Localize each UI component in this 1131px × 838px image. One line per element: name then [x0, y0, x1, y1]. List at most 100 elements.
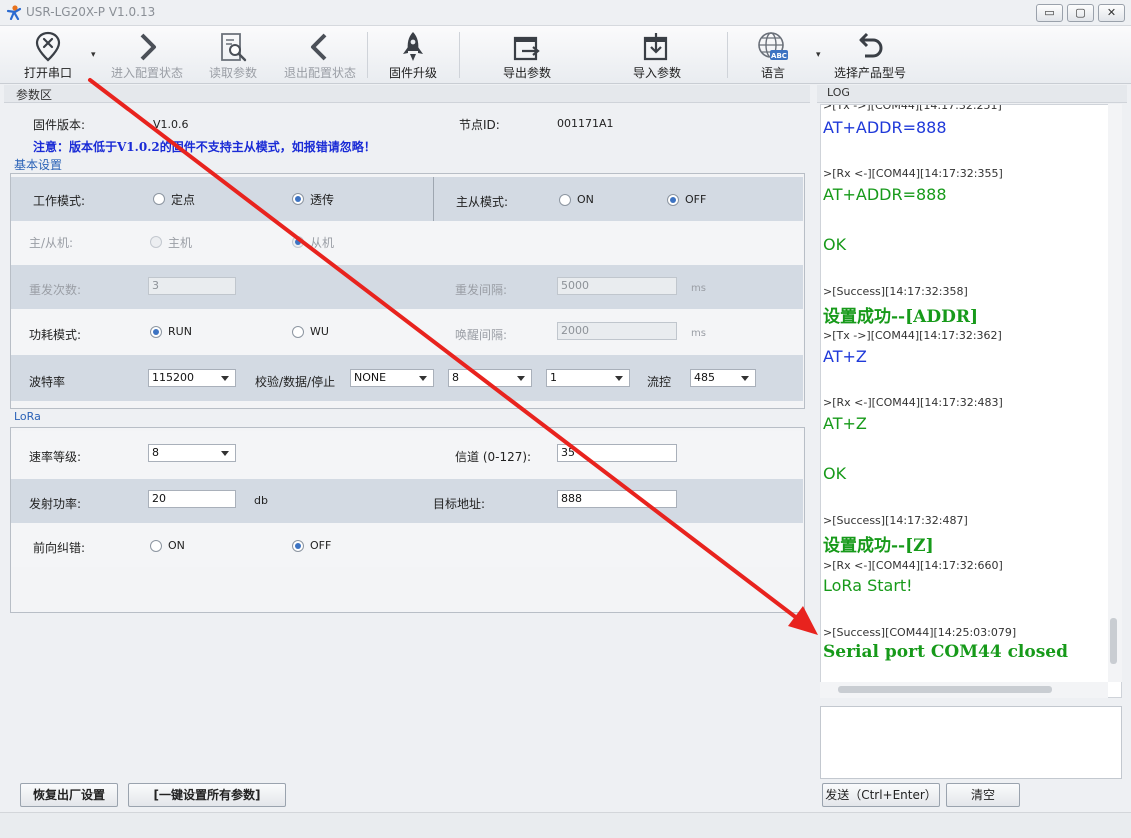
open-port-button[interactable]: 打开串口: [12, 26, 84, 84]
master-slave-off-radio[interactable]: [667, 194, 679, 206]
rate-select[interactable]: 8: [148, 444, 236, 462]
power-mode-row: 功耗模式: RUN WU 唤醒间隔: 2000 ms: [11, 309, 803, 355]
power-wu-label: WU: [310, 325, 329, 338]
data-bits-select[interactable]: 8: [448, 369, 532, 387]
factory-reset-button[interactable]: 恢复出厂设置: [20, 783, 118, 807]
power-mode-label: 功耗模式:: [29, 328, 82, 342]
target-address-input[interactable]: 888: [557, 490, 677, 508]
role-label: 主/从机:: [29, 236, 74, 250]
lora-title: LoRa: [14, 410, 41, 423]
parity-select[interactable]: NONE: [350, 369, 434, 387]
close-button[interactable]: ✕: [1098, 4, 1125, 22]
log-output[interactable]: >[Tx ->][COM44][14:17:32:251] AT+ADDR=88…: [820, 104, 1122, 698]
firmware-upgrade-label: 固件升级: [388, 66, 437, 80]
language-label: 语言: [760, 66, 785, 80]
flow-label: 流控: [647, 375, 672, 389]
export-icon: [513, 36, 540, 61]
fec-on-label: ON: [168, 539, 185, 552]
retry-count-label: 重发次数:: [29, 283, 82, 297]
language-dropdown-icon[interactable]: ▾: [816, 50, 826, 60]
master-slave-mode-label: 主从模式:: [456, 195, 509, 209]
tx-power-unit: db: [254, 494, 268, 507]
channel-input[interactable]: 35: [557, 444, 677, 462]
status-bar: [0, 812, 1131, 838]
window-title: USR-LG20X-P V1.0.13: [26, 5, 156, 19]
wake-interval-input[interactable]: 2000: [557, 322, 677, 340]
baud-select[interactable]: 115200: [148, 369, 236, 387]
baud-row: 波特率 115200 校验/数据/停止 NONE 8 1 流控 485: [11, 355, 803, 401]
lora-fec-row: 前向纠错: ON OFF: [11, 523, 803, 567]
log-line-meta: >[Success][14:17:32:487]: [823, 514, 968, 527]
role-master-radio[interactable]: [150, 236, 162, 248]
log-title: LOG: [827, 86, 850, 99]
role-slave-label: 从机: [310, 236, 335, 250]
target-address-label: 目标地址:: [433, 497, 486, 511]
log-line-meta: >[Success][COM44][14:25:03:079]: [823, 626, 1017, 639]
retry-interval-input[interactable]: 5000: [557, 277, 677, 295]
work-mode-fixed-label: 定点: [171, 193, 196, 207]
fec-on-radio[interactable]: [150, 540, 162, 552]
fec-off-radio[interactable]: [292, 540, 304, 552]
select-model-button[interactable]: 选择产品型号: [828, 26, 912, 84]
lora-group: 速率等级: 8 信道 (0-127): 35 发射功率: 20 db 目标地址:…: [10, 427, 805, 613]
clear-button[interactable]: 清空: [946, 783, 1020, 807]
power-wu-radio[interactable]: [292, 326, 304, 338]
exit-config-button[interactable]: 退出配置状态: [278, 26, 362, 84]
toolbar-separator: [727, 32, 728, 78]
send-button[interactable]: 发送（Ctrl+Enter）: [822, 783, 940, 807]
flow-select[interactable]: 485: [690, 369, 756, 387]
power-run-radio[interactable]: [150, 326, 162, 338]
baud-label: 波特率: [29, 375, 66, 389]
master-slave-off-label: OFF: [685, 193, 707, 206]
node-id-label: 节点ID:: [459, 118, 500, 132]
import-icon: [643, 33, 668, 61]
tx-power-input[interactable]: 20: [148, 490, 236, 508]
rocket-icon: [403, 32, 423, 61]
log-horizontal-scroll-thumb[interactable]: [838, 686, 1052, 693]
log-line-rx: OK: [823, 464, 847, 483]
toolbar-separator: [367, 32, 368, 78]
retry-count-input[interactable]: 3: [148, 277, 236, 295]
node-id-value: 001171A1: [557, 117, 614, 130]
globe-language-icon: ABC: [758, 32, 788, 60]
open-port-dropdown-icon[interactable]: ▾: [91, 50, 101, 60]
master-slave-on-radio[interactable]: [559, 194, 571, 206]
log-line-success: Serial port COM44 closed: [823, 642, 1069, 662]
work-mode-transparent-radio[interactable]: [292, 193, 304, 205]
minimize-button[interactable]: ▭: [1036, 4, 1063, 22]
language-button[interactable]: ABC 语言: [748, 26, 798, 84]
log-line-rx: LoRa Start!: [823, 576, 913, 595]
open-port-label: 打开串口: [23, 66, 72, 80]
log-line-success: 设置成功--[Z]: [823, 536, 934, 556]
stop-bits-select[interactable]: 1: [546, 369, 630, 387]
import-params-button[interactable]: 导入参数: [624, 26, 690, 84]
read-params-label: 读取参数: [208, 66, 257, 80]
chevron-left-icon: [311, 33, 327, 61]
work-mode-fixed-radio[interactable]: [153, 193, 165, 205]
work-mode-label: 工作模式:: [33, 194, 86, 208]
maximize-button[interactable]: ▢: [1067, 4, 1094, 22]
param-area-title: 参数区: [16, 88, 53, 102]
work-mode-transparent-label: 透传: [310, 193, 335, 207]
enter-config-button[interactable]: 进入配置状态: [104, 26, 190, 84]
set-all-params-button[interactable]: [一键设置所有参数]: [128, 783, 286, 807]
firmware-version-value: V1.0.6: [153, 118, 189, 131]
export-params-button[interactable]: 导出参数: [494, 26, 560, 84]
param-panel: 固件版本: V1.0.6 节点ID: 001171A1 注意：版本低于V1.0.…: [4, 103, 810, 811]
document-search-icon: [221, 33, 247, 62]
rate-label: 速率等级:: [29, 450, 82, 464]
log-vertical-scrollbar[interactable]: [1108, 104, 1122, 682]
log-line-meta: >[Rx <-][COM44][14:17:32:660]: [823, 559, 1003, 572]
toolbar-separator: [459, 32, 460, 78]
read-params-button[interactable]: 读取参数: [198, 26, 268, 84]
firmware-upgrade-button[interactable]: 固件升级: [380, 26, 446, 84]
send-input[interactable]: [820, 706, 1122, 779]
power-run-label: RUN: [168, 325, 192, 338]
log-line-rx: AT+Z: [823, 414, 867, 433]
log-vertical-scroll-thumb[interactable]: [1110, 618, 1117, 664]
role-slave-radio[interactable]: [292, 236, 304, 248]
channel-label: 信道 (0-127):: [455, 450, 532, 464]
row-divider: [433, 177, 434, 221]
log-line-success: 设置成功--[ADDR]: [823, 307, 979, 327]
work-mode-row: 工作模式: 定点 透传 主从模式: ON OFF: [11, 177, 803, 221]
